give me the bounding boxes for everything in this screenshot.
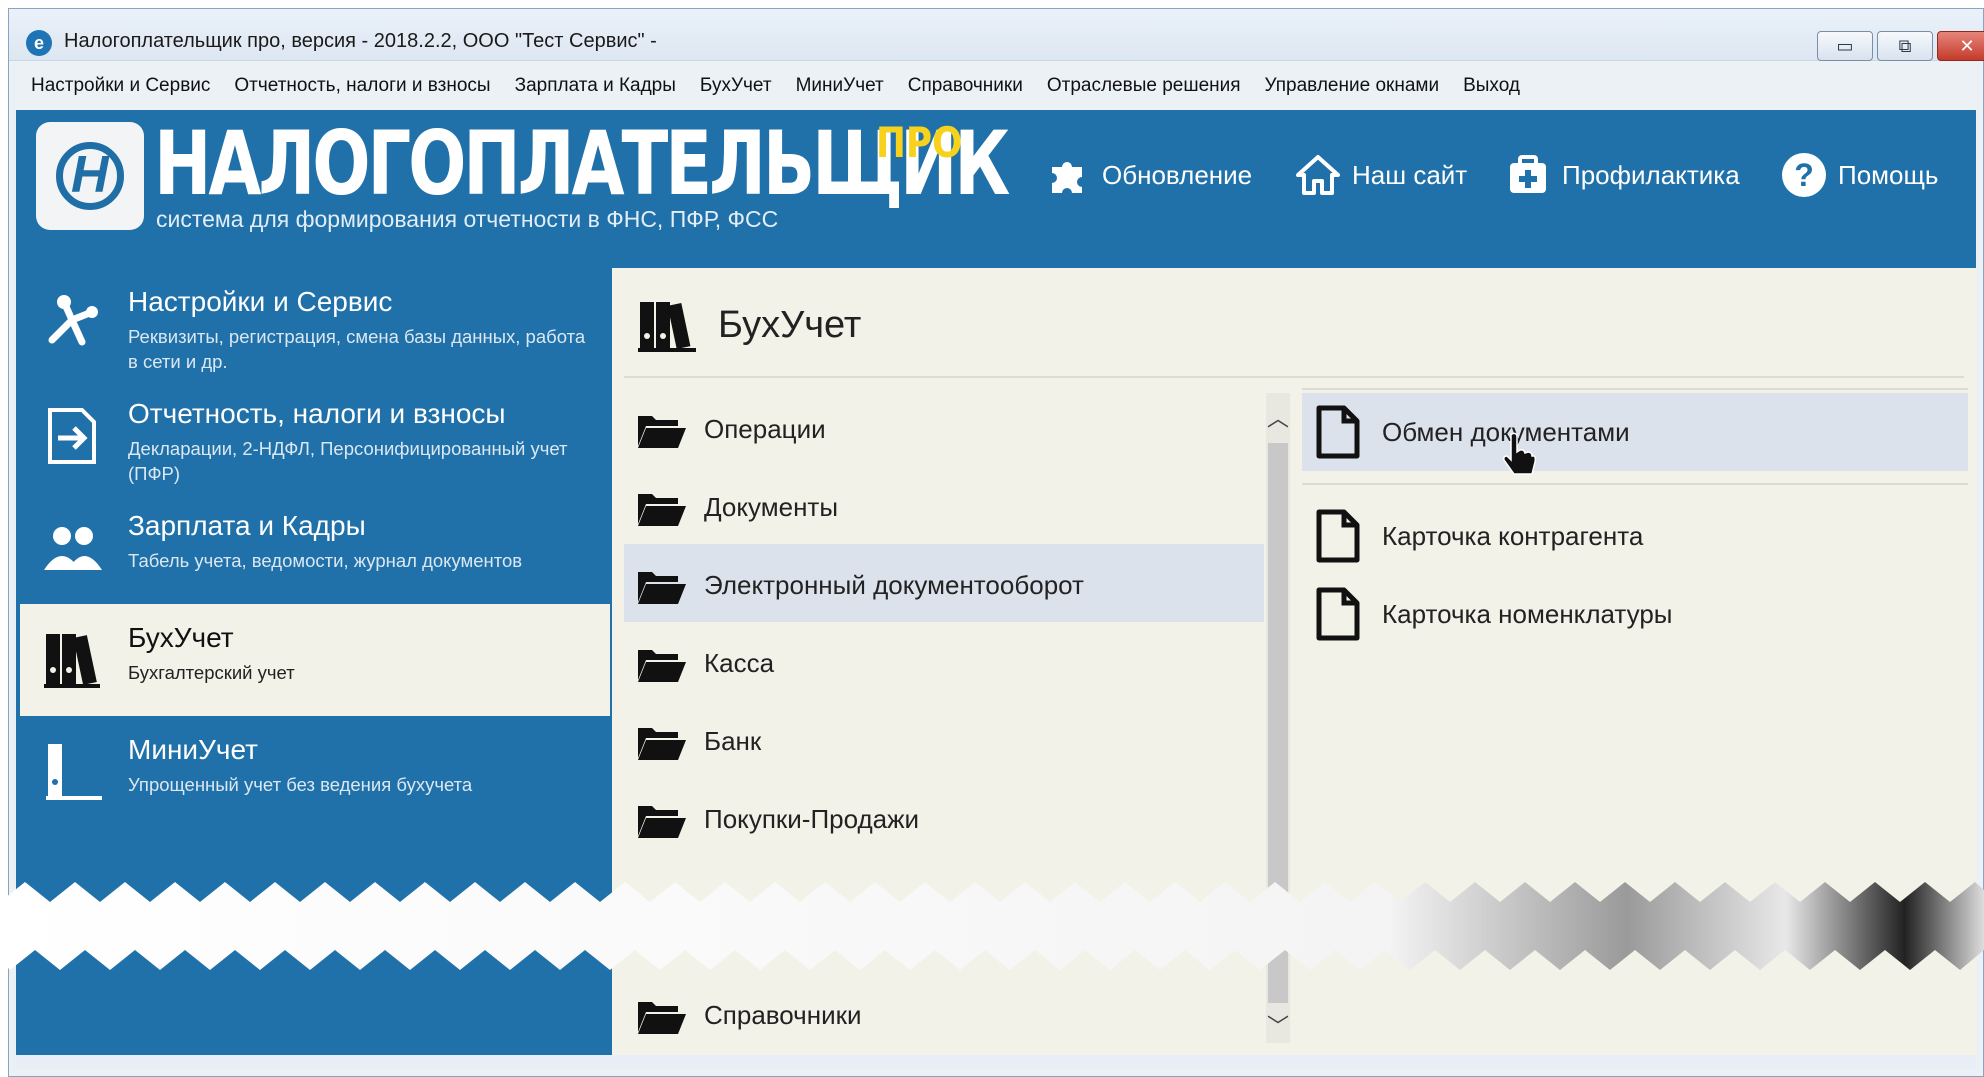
window-bottom-border <box>16 1055 1976 1069</box>
prophylaxis-link[interactable]: Профилактика <box>1506 150 1740 200</box>
list-label: Покупки-Продажи <box>704 804 920 834</box>
sidebar-item-title: Настройки и Сервис <box>128 286 393 317</box>
single-binder-icon <box>42 738 104 804</box>
list-item[interactable]: Банк <box>624 700 1264 778</box>
panel-title: БухУчет <box>718 304 862 346</box>
list-item[interactable]: Документы <box>624 466 1264 544</box>
logo-icon <box>56 142 124 210</box>
list-item[interactable]: Покупки-Продажи <box>624 778 1264 856</box>
sidebar-item-accounting[interactable]: БухУчет Бухгалтерский учет <box>20 604 610 716</box>
title-bar[interactable]: e Налогоплательщик про, версия - 2018.2.… <box>9 9 1984 61</box>
app-icon: e <box>26 30 52 56</box>
folder-icon <box>636 568 686 604</box>
brand-suffix: ПРО <box>876 118 963 167</box>
maximize-button[interactable]: ⧉ <box>1877 31 1933 61</box>
help-label: Помощь <box>1838 159 1939 190</box>
menu-windows[interactable]: Управление окнами <box>1253 71 1452 101</box>
folder-icon <box>636 646 686 682</box>
menu-salary[interactable]: Зарплата и Кадры <box>503 71 688 101</box>
document-item-exchange[interactable]: Обмен документами <box>1302 393 1968 471</box>
hand-cursor-icon <box>1502 432 1537 478</box>
document-list: Обмен документами Карточка контрагента К… <box>1302 393 1968 653</box>
menu-mini-accounting[interactable]: МиниУчет <box>784 71 896 101</box>
menu-industry[interactable]: Отраслевые решения <box>1035 71 1253 101</box>
puzzle-icon <box>1046 153 1090 197</box>
sidebar: Настройки и Сервис Реквизиты, регистраци… <box>20 268 610 828</box>
logo <box>36 122 144 230</box>
list-item[interactable]: Операции <box>624 388 1264 466</box>
sidebar-item-title: МиниУчет <box>128 734 258 765</box>
sidebar-item-desc: Реквизиты, регистрация, смена базы данны… <box>128 326 586 372</box>
prophylaxis-label: Профилактика <box>1562 159 1740 190</box>
folder-icon <box>636 490 686 526</box>
menu-reports[interactable]: Отчетность, налоги и взносы <box>222 71 502 101</box>
document-icon <box>1316 405 1360 459</box>
binders-icon <box>42 626 104 692</box>
list-item[interactable]: Касса <box>624 622 1264 700</box>
divider <box>1302 388 1968 390</box>
tagline: система для формирования отчетности в ФН… <box>156 206 779 232</box>
sidebar-item-salary[interactable]: Зарплата и Кадры Табель учета, ведомости… <box>20 492 610 604</box>
folder-icon <box>636 724 686 760</box>
document-label: Карточка номенклатуры <box>1382 599 1673 629</box>
minimize-button[interactable]: ▭ <box>1817 31 1873 61</box>
document-export-icon <box>42 402 104 468</box>
help-link[interactable]: ? Помощь <box>1782 150 1938 200</box>
list-label: Электронный документооборот <box>704 570 1084 600</box>
site-label: Наш сайт <box>1352 159 1468 190</box>
folder-icon <box>636 802 686 838</box>
sidebar-item-mini-accounting[interactable]: МиниУчет Упрощенный учет без ведения бух… <box>20 716 610 828</box>
sidebar-item-desc: Бухгалтерский учет <box>128 662 295 683</box>
list-item[interactable]: Справочники <box>624 974 1264 1052</box>
document-item-counterparty[interactable]: Карточка контрагента <box>1302 497 1968 575</box>
sidebar-item-title: Зарплата и Кадры <box>128 510 366 541</box>
list-label: Касса <box>704 648 775 678</box>
sidebar-item-title: БухУчет <box>128 622 234 653</box>
window-title: Налогоплательщик про, версия - 2018.2.2,… <box>64 30 657 52</box>
sidebar-item-desc: Табель учета, ведомости, журнал документ… <box>128 550 523 571</box>
menu-accounting[interactable]: БухУчет <box>688 71 784 101</box>
menu-bar: Настройки и Сервис Отчетность, налоги и … <box>19 71 1983 101</box>
list-item[interactable]: Электронный документооборот <box>624 544 1264 622</box>
scroll-up-button[interactable]: ︿ <box>1266 401 1290 431</box>
list-label: Операции <box>704 414 826 444</box>
document-label: Карточка контрагента <box>1382 521 1644 551</box>
people-icon <box>42 514 104 580</box>
list-label: Справочники <box>704 1000 862 1030</box>
home-icon <box>1296 153 1340 197</box>
update-label: Обновление <box>1102 159 1253 190</box>
sidebar-item-settings[interactable]: Настройки и Сервис Реквизиты, регистраци… <box>20 268 610 380</box>
menu-directories[interactable]: Справочники <box>896 71 1035 101</box>
folder-icon <box>636 998 686 1034</box>
scroll-down-button[interactable]: ﹀ <box>1266 1009 1290 1039</box>
document-item-nomenclature[interactable]: Карточка номенклатуры <box>1302 575 1968 653</box>
sidebar-item-reports[interactable]: Отчетность, налоги и взносы Декларации, … <box>20 380 610 492</box>
sidebar-item-title: Отчетность, налоги и взносы <box>128 398 506 429</box>
divider <box>624 376 1964 378</box>
site-link[interactable]: Наш сайт <box>1296 150 1467 200</box>
menu-exit[interactable]: Выход <box>1451 71 1532 101</box>
menu-settings[interactable]: Настройки и Сервис <box>19 71 222 101</box>
list-label: Банк <box>704 726 762 756</box>
sidebar-item-desc: Декларации, 2-НДФЛ, Персонифицированный … <box>128 438 568 484</box>
close-button[interactable]: ✕ <box>1937 31 1984 61</box>
update-link[interactable]: Обновление <box>1046 150 1252 200</box>
folder-icon <box>636 412 686 448</box>
list-label: Документы <box>704 492 839 522</box>
document-icon <box>1316 587 1360 641</box>
first-aid-icon <box>1506 153 1550 197</box>
document-icon <box>1316 509 1360 563</box>
torn-edge <box>0 882 1984 970</box>
help-icon: ? <box>1782 153 1826 197</box>
divider <box>1302 471 1968 497</box>
sidebar-item-desc: Упрощенный учет без ведения бухучета <box>128 774 473 795</box>
tools-icon <box>42 290 104 356</box>
binders-icon <box>636 296 698 356</box>
